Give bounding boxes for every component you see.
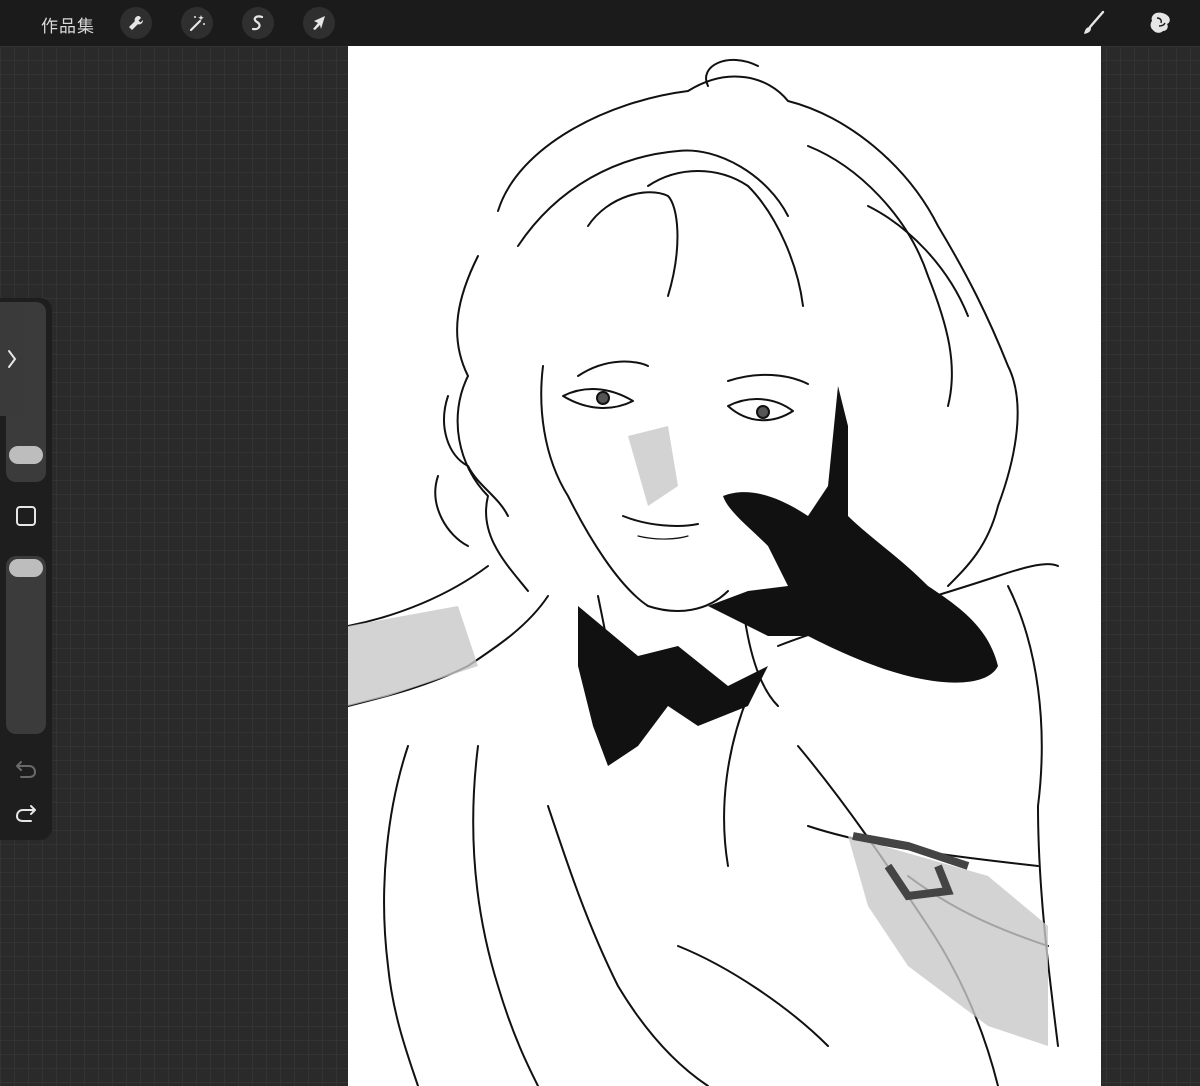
smudge-button[interactable] <box>1146 8 1176 38</box>
redo-icon <box>16 805 36 822</box>
brush-button[interactable] <box>1079 8 1109 38</box>
opacity-slider-thumb[interactable] <box>9 559 43 577</box>
gallery-button[interactable]: 作品集 <box>41 12 95 37</box>
magic-wand-icon <box>189 15 205 32</box>
wrench-icon <box>129 15 144 30</box>
opacity-slider[interactable] <box>6 556 46 734</box>
line-art-sketch <box>348 58 1059 1086</box>
selection-s-icon <box>251 15 264 31</box>
top-toolbar: 作品集 <box>0 0 1200 46</box>
adjustments-button[interactable] <box>181 7 213 39</box>
redo-button[interactable] <box>14 802 38 824</box>
undo-icon <box>16 761 36 778</box>
square-icon <box>16 506 36 526</box>
drawing-canvas[interactable] <box>348 46 1101 1086</box>
brush-size-slider-thumb[interactable] <box>9 446 43 464</box>
smudge-icon <box>1150 12 1170 33</box>
transform-button[interactable] <box>303 7 335 39</box>
arrow-cursor-icon <box>313 16 325 30</box>
brush-icon <box>1084 10 1105 34</box>
sidebar-toggle[interactable] <box>0 302 24 416</box>
undo-button[interactable] <box>14 758 38 780</box>
chevron-right-icon <box>8 350 17 368</box>
modify-button[interactable] <box>15 505 37 527</box>
actions-button[interactable] <box>120 7 152 39</box>
selection-button[interactable] <box>242 7 274 39</box>
